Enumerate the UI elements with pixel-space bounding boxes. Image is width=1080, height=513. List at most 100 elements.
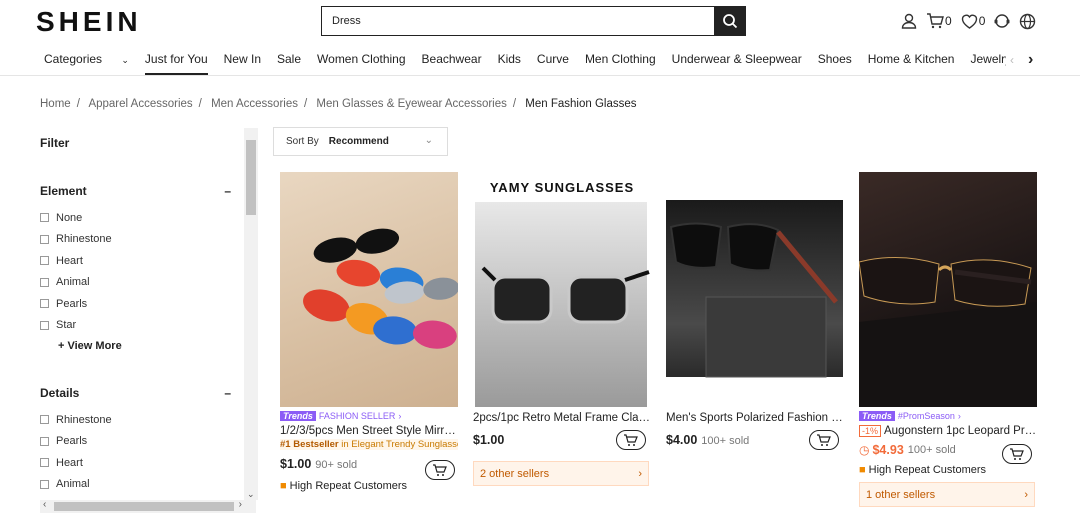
nav-men-clothing[interactable]: Men Clothing — [585, 44, 656, 75]
other-sellers-label: 1 other sellers — [866, 488, 936, 501]
breadcrumb-men-glasses[interactable]: Men Glasses & Eyewear Accessories — [316, 98, 506, 110]
search-button[interactable] — [714, 7, 745, 35]
nav-new-in[interactable]: New In — [224, 44, 261, 75]
wishlist-button[interactable]: 0 — [960, 13, 986, 30]
option-label: Animal — [56, 478, 90, 491]
chevron-right-icon: › — [1024, 488, 1028, 501]
product-image[interactable] — [859, 172, 1037, 407]
user-icon[interactable] — [900, 12, 918, 30]
product-title[interactable]: 1/2/3/5pcs Men Street Style Mirror Sungl… — [280, 425, 458, 437]
globe-icon[interactable] — [1019, 13, 1036, 30]
filter-option[interactable]: Star — [40, 315, 256, 337]
filter-option[interactable]: Animal — [40, 474, 256, 496]
cart-button[interactable]: 0 — [926, 12, 952, 30]
filter-option[interactable]: Heart — [40, 452, 256, 474]
details-section-header[interactable]: Details – — [40, 386, 231, 400]
nav-kids[interactable]: Kids — [498, 44, 521, 75]
scroll-left-arrow[interactable]: ‹ — [43, 499, 46, 510]
checkbox[interactable] — [40, 234, 49, 244]
option-label: Pearls — [56, 297, 88, 310]
cart-plus-icon — [1010, 447, 1024, 460]
shein-logo[interactable]: SHEIN — [36, 6, 142, 38]
filter-option[interactable]: None — [40, 207, 256, 229]
checkbox[interactable] — [40, 479, 49, 489]
checkbox[interactable] — [40, 415, 49, 425]
nav-women-clothing[interactable]: Women Clothing — [317, 44, 406, 75]
other-sellers-button[interactable]: 1 other sellers › — [859, 482, 1035, 507]
nav-shoes[interactable]: Shoes — [818, 44, 852, 75]
collapse-icon[interactable]: – — [224, 184, 231, 198]
chevron-left-icon[interactable]: ‹ — [1010, 53, 1014, 67]
sort-value: Recommend — [328, 136, 389, 147]
filter-option[interactable]: Pearls — [40, 293, 256, 315]
chevron-right-icon[interactable]: › — [1028, 51, 1033, 69]
breadcrumb-home[interactable]: Home — [40, 98, 71, 110]
scroll-right-arrow[interactable]: › — [239, 499, 242, 510]
chevron-right-icon: › — [398, 411, 402, 421]
checkbox[interactable] — [40, 320, 49, 330]
other-sellers-label: 2 other sellers — [480, 467, 550, 480]
scrollbar-thumb[interactable] — [246, 140, 256, 215]
checkbox[interactable] — [40, 458, 49, 468]
nav-curve[interactable]: Curve — [537, 44, 569, 75]
checkbox[interactable] — [40, 299, 49, 309]
product-card[interactable]: Trends #PromSeason › -1% Augonstern 1pc Le… — [859, 172, 1037, 507]
header-icons: 0 0 — [900, 12, 1036, 30]
nav-sale[interactable]: Sale — [277, 44, 301, 75]
collapse-icon[interactable]: – — [224, 386, 231, 400]
nav-underwear[interactable]: Underwear & Sleepwear — [672, 44, 802, 75]
search-input[interactable] — [322, 7, 714, 35]
checkbox[interactable] — [40, 213, 49, 223]
breadcrumb-men-accessories[interactable]: Men Accessories — [211, 98, 298, 110]
sidebar-vertical-scrollbar[interactable]: ⌄ — [244, 128, 258, 500]
sold-count: 90+ sold — [315, 459, 358, 471]
product-image[interactable] — [280, 172, 458, 407]
product-title[interactable]: 2pcs/1pc Retro Metal Frame Classic Sungl… — [473, 412, 651, 424]
nav-label: Categories — [44, 52, 103, 66]
scrollbar-thumb[interactable] — [54, 502, 234, 511]
add-to-cart-button[interactable] — [1002, 444, 1032, 464]
checkbox[interactable] — [40, 256, 49, 266]
nav-categories[interactable]: Categories ⌄ — [44, 44, 129, 75]
option-label: Rhinestone — [56, 233, 112, 246]
add-to-cart-button[interactable] — [809, 430, 839, 450]
checkbox[interactable] — [40, 277, 49, 287]
other-sellers-button[interactable]: 2 other sellers › — [473, 461, 649, 486]
scroll-down-arrow[interactable]: ⌄ — [247, 489, 255, 500]
seller-badge: #PromSeason — [897, 411, 955, 421]
cart-plus-icon — [624, 433, 638, 446]
product-image[interactable]: YAMY SUNGLASSES — [473, 172, 651, 407]
filter-option[interactable]: Rhinestone — [40, 409, 256, 431]
product-card[interactable]: Trends FASHION SELLER › 1/2/3/5pcs Men St… — [280, 172, 458, 492]
product-image[interactable] — [666, 172, 844, 407]
filter-option[interactable]: Animal — [40, 272, 256, 294]
bestseller-badge: #1 Bestseller — [280, 439, 339, 450]
view-more-link[interactable]: + View More — [58, 336, 256, 356]
add-to-cart-button[interactable] — [616, 430, 646, 450]
add-to-cart-button[interactable] — [425, 460, 455, 480]
nav-scroll-arrows: ‹ › — [1006, 44, 1080, 75]
checkbox[interactable] — [40, 436, 49, 446]
chevron-down-icon: ⌄ — [121, 55, 129, 65]
wishlist-count: 0 — [978, 14, 986, 28]
breadcrumb-apparel[interactable]: Apparel Accessories — [88, 98, 192, 110]
product-title[interactable]: Augonstern 1pc Leopard Print Sunglasses — [884, 425, 1037, 437]
filter-option[interactable]: Pearls — [40, 431, 256, 453]
product-card[interactable]: YAMY SUNGLASSES 2pcs/1pc Retro Metal Fra… — [473, 172, 651, 486]
nav-just-for-you[interactable]: Just for You — [144, 44, 208, 75]
product-card[interactable]: Men's Sports Polarized Fashion Sunglasse… — [666, 172, 844, 450]
filter-option[interactable]: Heart — [40, 250, 256, 272]
sort-dropdown[interactable]: Sort By Recommend ⌄ — [273, 127, 448, 156]
filter-option[interactable]: Rhinestone — [40, 229, 256, 251]
trends-badge: Trends — [859, 411, 895, 421]
product-title-row[interactable]: -1%Augonstern 1pc Leopard Print Sunglass… — [859, 425, 1037, 437]
nav-home-kitchen[interactable]: Home & Kitchen — [868, 44, 955, 75]
sidebar-horizontal-scrollbar[interactable]: ‹ › — [40, 499, 256, 513]
product-price: $4.00 — [666, 433, 698, 447]
element-title: Element — [40, 184, 87, 198]
element-section-header[interactable]: Element – — [40, 184, 231, 198]
nav-beachwear[interactable]: Beachwear — [422, 44, 482, 75]
cart-plus-icon — [433, 463, 447, 476]
support-icon[interactable] — [993, 12, 1011, 30]
product-title[interactable]: Men's Sports Polarized Fashion Sunglasse… — [666, 412, 844, 424]
